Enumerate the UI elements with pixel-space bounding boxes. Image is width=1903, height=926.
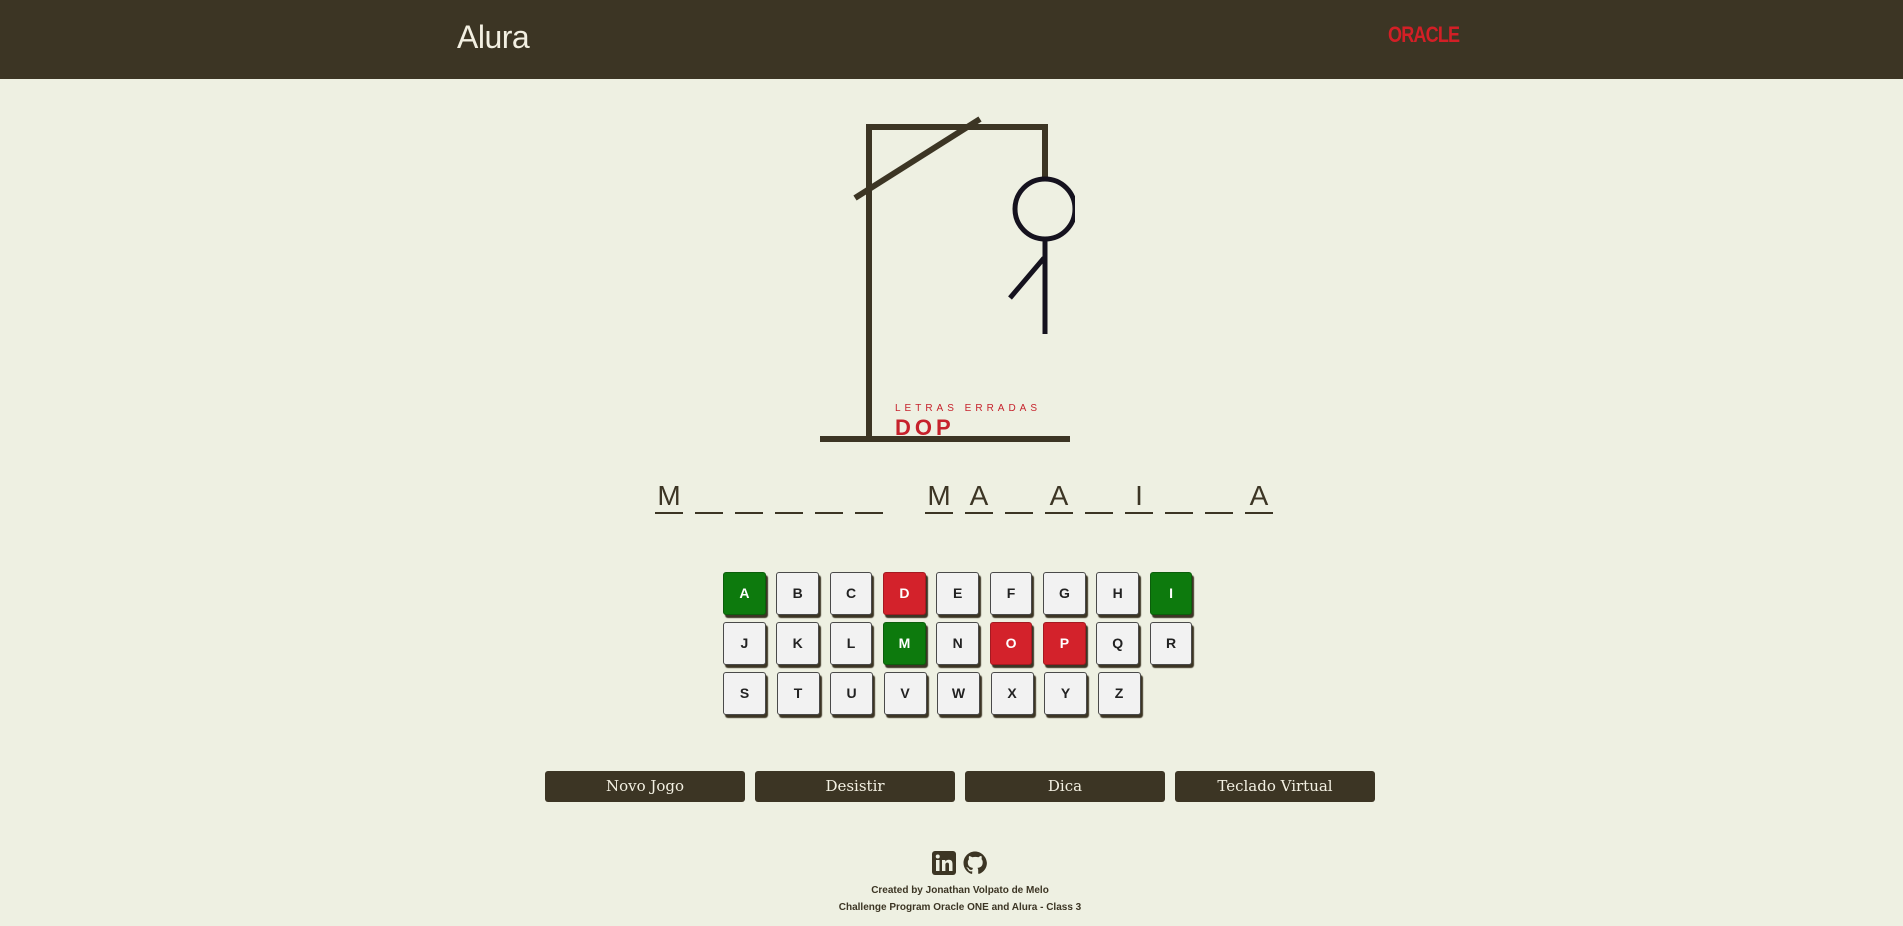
key-s[interactable]: S	[723, 672, 766, 715]
key-z[interactable]: Z	[1097, 672, 1141, 715]
key-c[interactable]: C	[829, 572, 873, 615]
letter-slot	[1165, 476, 1193, 514]
top-bar: Alura ORACLE	[0, 0, 1903, 79]
letter-slot: M	[655, 476, 683, 514]
keyboard-row: JKLMNOPQR	[723, 622, 1203, 665]
keyboard-row: STUVWXYZ	[723, 672, 1203, 715]
key-l[interactable]: L	[829, 622, 873, 665]
letter-slot: M	[925, 476, 953, 514]
key-y[interactable]: Y	[1044, 672, 1087, 715]
give-up-button[interactable]: Desistir	[755, 771, 955, 802]
letter-slot	[695, 476, 723, 514]
letter-slot	[775, 476, 803, 514]
social-links	[932, 851, 994, 875]
key-w[interactable]: W	[937, 672, 980, 715]
wrong-letters-title: LETRAS ERRADAS	[895, 403, 1042, 414]
key-a[interactable]: A	[723, 572, 766, 615]
letter-slot	[855, 476, 883, 514]
secret-word: M M A A I A	[655, 476, 1285, 514]
wrong-letters-panel: LETRAS ERRADAS DOP	[895, 403, 1041, 441]
letter-slot: I	[1125, 476, 1153, 514]
hint-button[interactable]: Dica	[965, 771, 1165, 802]
virtual-keyboard-button[interactable]: Teclado Virtual	[1175, 771, 1375, 802]
hangman-head	[1012, 176, 1075, 242]
alura-logo[interactable]: Alura	[457, 19, 530, 56]
key-g[interactable]: G	[1042, 572, 1086, 615]
letter-slot: A	[1045, 476, 1073, 514]
credit-author: Created by Jonathan Volpato de Melo	[871, 885, 1049, 896]
new-game-button[interactable]: Novo Jogo	[545, 771, 745, 802]
key-o[interactable]: O	[989, 622, 1033, 665]
key-e[interactable]: E	[936, 572, 980, 615]
key-x[interactable]: X	[990, 672, 1034, 715]
letter-slot: A	[1245, 476, 1273, 514]
virtual-keyboard: ABCDEFGHI JKLMNOPQR STUVWXYZ	[723, 572, 1203, 722]
linkedin-icon[interactable]	[932, 851, 956, 875]
key-v[interactable]: V	[883, 672, 927, 715]
oracle-logo[interactable]: ORACLE	[1388, 22, 1460, 48]
letter-slot: A	[965, 476, 993, 514]
key-m[interactable]: M	[882, 622, 926, 665]
key-r[interactable]: R	[1149, 622, 1193, 665]
key-n[interactable]: N	[936, 622, 980, 665]
key-p[interactable]: P	[1042, 622, 1086, 665]
key-u[interactable]: U	[830, 672, 873, 715]
action-buttons: Novo Jogo Desistir Dica Teclado Virtual	[545, 771, 1385, 802]
gallows-brace	[853, 116, 982, 201]
key-h[interactable]: H	[1096, 572, 1140, 615]
letter-slot	[735, 476, 763, 514]
key-b[interactable]: B	[776, 572, 820, 615]
word-space	[895, 476, 913, 512]
key-k[interactable]: K	[776, 622, 820, 665]
letter-slot	[1005, 476, 1033, 514]
letter-slot	[1205, 476, 1233, 514]
gallows-drawing	[820, 116, 1075, 442]
keyboard-row: ABCDEFGHI	[723, 572, 1203, 615]
github-icon[interactable]	[963, 851, 987, 875]
wrong-letters-list: DOP	[895, 415, 955, 440]
key-t[interactable]: T	[776, 672, 820, 715]
letter-slot	[1085, 476, 1113, 514]
letter-slot	[815, 476, 843, 514]
key-i[interactable]: I	[1149, 572, 1193, 615]
key-q[interactable]: Q	[1096, 622, 1140, 665]
credit-program: Challenge Program Oracle ONE and Alura -…	[838, 902, 1082, 913]
key-j[interactable]: J	[723, 622, 766, 665]
key-d[interactable]: D	[882, 572, 926, 615]
hangman-left-arm	[1008, 256, 1046, 300]
key-f[interactable]: F	[989, 572, 1033, 615]
